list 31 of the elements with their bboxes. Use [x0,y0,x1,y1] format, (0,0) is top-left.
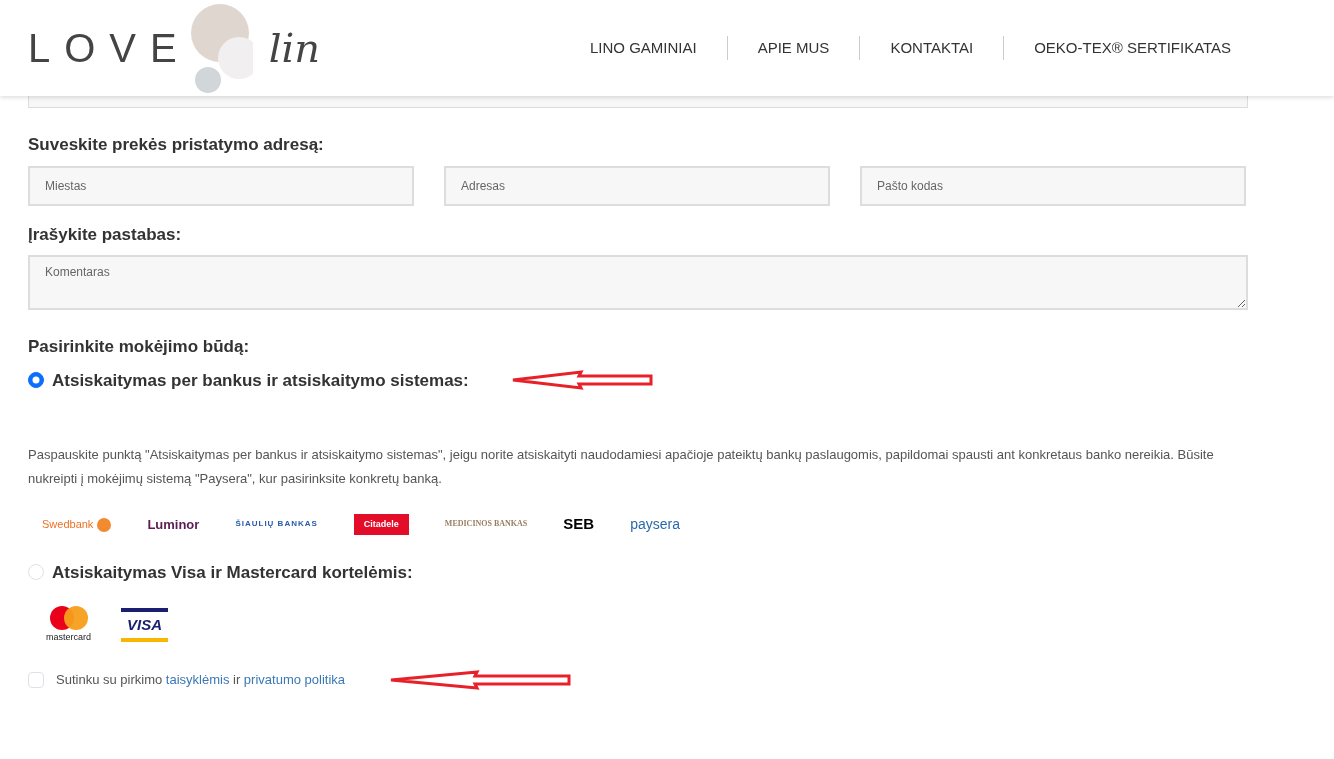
bank-logo: paysera [630,514,680,534]
logo-script-text: lin [268,24,321,73]
nav-link[interactable]: KONTAKTAI [860,36,1004,60]
section-heading: Pasirinkite mokėjimo būdą: [28,336,251,358]
description-text: Paspauskite punktą "Atsiskaitymas per bankus ir atsiskaitymo sistemas", jeigu norite atsiskaityti naudodamiesi apačioje pateiktų bankų paslaugomis, papildomai spausti ant konkretaus banko nereikia. Būsite nukreipti į mokėjimų sistemą "Paysera", kur pasirinksite konkretų banką. [28,446,1215,488]
privacy-link[interactable]: privatumo politika [243,671,345,687]
section-heading: Įrašykite pastabas: [28,223,183,246]
bank-logo: Citadele [353,513,409,535]
nav-link[interactable]: OEKO-TEX® SERTIFIKATAS [1004,36,1262,60]
bank-logo: Luminor [147,515,200,534]
circles-icon [190,2,253,94]
bank-logo: MEDICINOS BANKAS [444,518,528,531]
nav-link[interactable]: APIE MUS [727,36,860,60]
payment-option-label: Atsiskaitymas per bankus ir atsiskaitymo sistemas: [52,369,469,392]
comment-field[interactable]: Komentaras [28,255,1248,310]
nav-link[interactable]: LINO GAMINIAI [560,36,727,60]
text-field[interactable]: Adresas [444,165,830,206]
bank-logo: SEB [563,514,595,534]
agree-text: Sutinku su pirkimo taisyklėmis ir privatumo politika [56,670,345,689]
text-field[interactable]: Miestas [28,165,414,206]
payment-option-label: Atsiskaitymas Visa ir Mastercard kortelėmis: [52,561,413,584]
section-heading: Suveskite prekės pristatymo adresą: [28,134,325,156]
bank-logo: Swedbank [42,516,112,533]
card-logo: VISA [121,607,169,642]
text-field[interactable]: Pašto kodas [860,165,1246,206]
terms-link[interactable]: taisyklėmis [165,671,230,687]
bank-logo: ŠIAULIŲ BANKAS [235,518,318,531]
card-logo: mastercard [46,605,91,645]
payment-radio[interactable] [28,372,44,389]
logo-wordmark: LOVE [28,25,191,72]
agree-checkbox[interactable] [28,671,44,688]
